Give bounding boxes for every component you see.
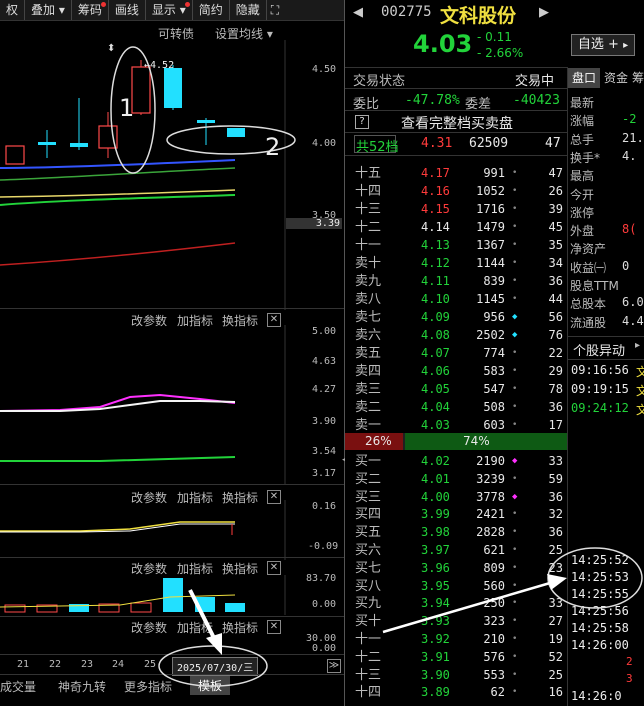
annotation-overlay: [158, 589, 268, 687]
kline-panel: 权 叠加 ▾ 筹码 画线 显示 ▾ 简约 隐藏 ⛶ 可转债 设置均线 ▾ ⬍ ←…: [0, 0, 344, 706]
annotation-overlay-right: [382, 547, 643, 634]
quote-panel: ◀ 002775 文科股份 ▶ 4.03 - 0.11 - 2.66% 自选 +…: [345, 0, 644, 706]
